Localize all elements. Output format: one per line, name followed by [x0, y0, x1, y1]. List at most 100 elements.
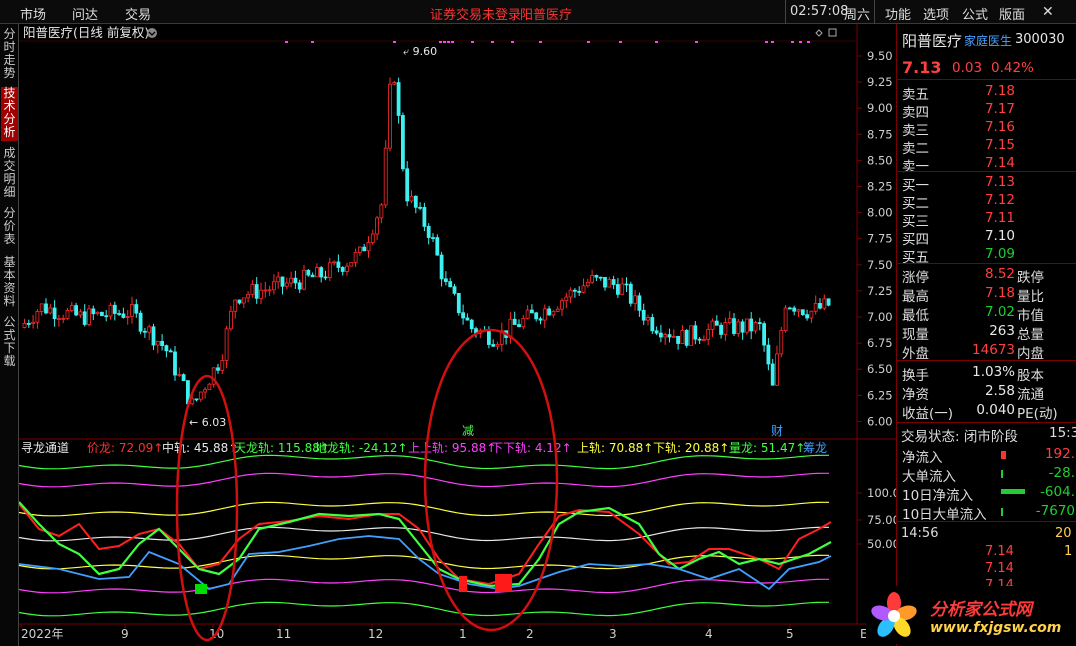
candle-body	[568, 289, 573, 298]
lower-lower-band	[18, 578, 829, 594]
menu-market[interactable]: 市场	[20, 4, 46, 23]
price-tick-label: 6.75	[867, 336, 893, 350]
candle-body	[448, 281, 453, 288]
price-tick-label: 6.00	[867, 414, 893, 428]
candle-body	[779, 330, 784, 355]
menu-layout[interactable]: 版面	[999, 4, 1025, 23]
candle-body	[603, 277, 607, 288]
menu-function[interactable]: 功能	[885, 4, 911, 23]
stat-row: 净资 2.58 流通	[897, 382, 1076, 403]
chart-title[interactable]: 阳普医疗(日线 前复权)	[23, 25, 149, 40]
tab-technical[interactable]: 技术分析	[1, 87, 18, 141]
candle-body	[581, 285, 586, 293]
candle-body	[336, 261, 341, 268]
event-dot	[451, 41, 454, 43]
candle-body	[104, 315, 109, 318]
candle-body	[112, 304, 117, 314]
menu-formula[interactable]: 公式	[962, 4, 988, 23]
candle-body	[659, 332, 663, 338]
candle-body	[246, 293, 251, 299]
candle-body	[431, 237, 435, 239]
candle-body	[327, 262, 332, 279]
candle-body	[491, 344, 496, 347]
candle-body	[130, 304, 134, 317]
candle-body	[39, 303, 44, 312]
row-value: 7.18	[984, 83, 1015, 99]
candle-body	[422, 207, 427, 227]
date-tick-label: 9	[121, 627, 129, 641]
candle-body	[147, 326, 152, 333]
bid-row: 买一 7.13	[897, 173, 1076, 194]
row-value: 7.15	[984, 137, 1015, 153]
candle-body	[689, 325, 693, 346]
candle-body	[671, 335, 676, 338]
flow-row: 大单流入 -28.	[897, 464, 1076, 485]
candle-body	[220, 360, 225, 371]
divider	[785, 0, 786, 24]
high-label: ⤶ 9.60	[403, 45, 437, 58]
earth-band	[18, 601, 829, 617]
close-icon[interactable]: ✕	[1042, 4, 1054, 20]
date-tick-label: 2	[526, 627, 534, 641]
candle-body	[607, 279, 612, 288]
indicator-value: 地龙轨: -24.12↑	[315, 441, 408, 455]
stat-row: 换手 1.03% 股本	[897, 363, 1076, 384]
indicator-legend: 寻龙通道 价龙: 72.09↑中轨: 45.88↑天龙轨: 115.88↑地龙轨:…	[21, 440, 827, 455]
menu-trade[interactable]: 交易	[125, 4, 151, 23]
date-axis: 2022年 9 10 11 12 1 2 3 4 5 E	[20, 624, 868, 641]
candle-body	[78, 311, 83, 316]
upper-band	[18, 501, 829, 517]
candle-body	[61, 317, 66, 320]
indicator-value: 上轨: 70.88↑	[577, 441, 653, 455]
candle-body	[749, 318, 754, 332]
flow-label: 净流入	[902, 450, 943, 466]
concept-tag[interactable]: 家庭医生	[964, 32, 1012, 49]
event-dot	[539, 41, 542, 43]
row-value: 7.12	[984, 192, 1015, 208]
candle-body	[740, 321, 745, 333]
event-dot	[619, 41, 622, 43]
diamond-icon[interactable]	[815, 29, 823, 37]
tab-profile[interactable]: 基本资料	[1, 256, 18, 310]
candle-body	[409, 195, 414, 202]
candle-body	[198, 391, 203, 400]
candle-body	[465, 317, 470, 321]
row-label: 最高	[902, 289, 929, 305]
tick-price: 7.14	[985, 561, 1014, 576]
candle-body	[400, 115, 405, 170]
indicator-value: 下轨: 20.88↑	[653, 441, 729, 455]
flow-row: 10日大单流入 -7670	[897, 502, 1076, 523]
login-notice[interactable]: 证券交易未登录	[430, 4, 521, 23]
kline-chart[interactable]: 9.50 9.25 9.00 8.75 8.50 8.25 8.00 7.75 7.50 7.25…	[18, 24, 900, 646]
menu-options[interactable]: 选项	[923, 4, 949, 23]
candle-body	[228, 310, 233, 330]
candle-body	[525, 309, 530, 319]
sub-tick-label: 75.00	[867, 513, 896, 527]
candle-body	[456, 293, 461, 314]
row-right-label: PE(动)	[1017, 406, 1058, 422]
date-tick-label: 12	[368, 627, 383, 641]
candle-body	[628, 283, 633, 304]
event-dot	[439, 41, 442, 43]
chart-area[interactable]: 9.50 9.25 9.00 8.75 8.50 8.25 8.00 7.75 7.50 7.25…	[18, 24, 900, 646]
stat-row: 最高 7.18 量比	[897, 284, 1076, 305]
candle-body	[108, 304, 113, 317]
price-tick-label: 8.00	[867, 206, 893, 220]
candle-body	[702, 339, 706, 341]
candle-body	[65, 309, 70, 319]
candle-body	[495, 343, 500, 347]
title-dropdown-icon[interactable]	[147, 28, 157, 38]
candle-body	[620, 283, 625, 295]
stock-notice[interactable]: 阳普医疗	[520, 4, 572, 23]
row-value: 0.040	[976, 402, 1015, 418]
candle-body	[271, 281, 276, 291]
candle-body	[714, 320, 719, 326]
tab-trades[interactable]: 成交明细	[1, 147, 18, 201]
maximize-icon[interactable]	[828, 28, 837, 37]
menu-wenda[interactable]: 问达	[72, 4, 98, 23]
tab-intraday[interactable]: 分时走势	[1, 28, 18, 82]
event-dot	[587, 41, 590, 43]
tab-formula-download[interactable]: 公式下载	[1, 316, 18, 370]
stat-row: 现量 263 总量	[897, 322, 1076, 343]
tab-price-table[interactable]: 分价表	[1, 207, 18, 249]
